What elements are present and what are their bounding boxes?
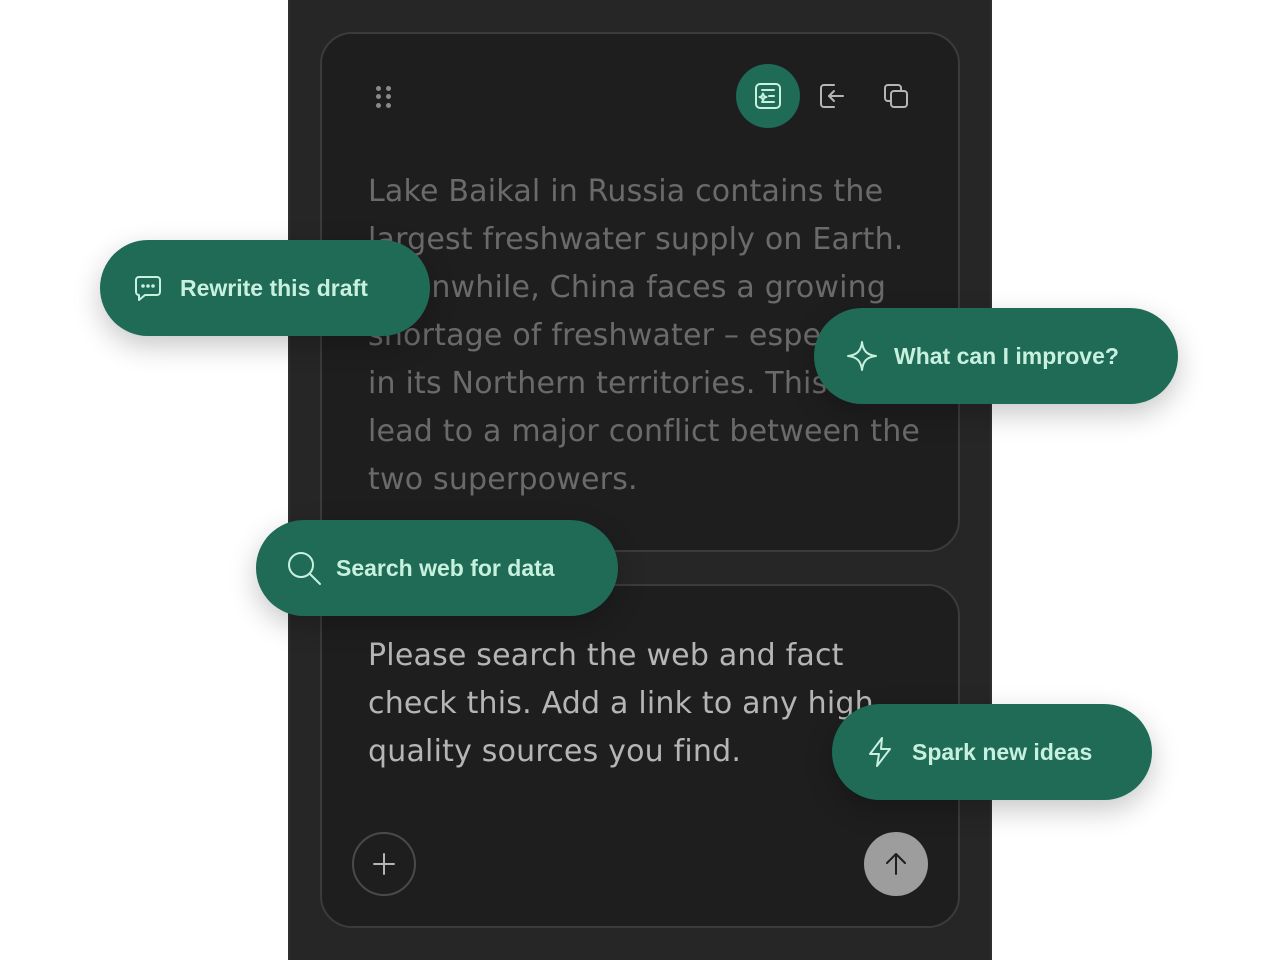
search-web-button[interactable]: Search web for data [256, 520, 618, 616]
what-can-i-improve-button[interactable]: What can I improve? [814, 308, 1178, 404]
add-button[interactable] [352, 832, 416, 896]
rewrite-draft-button[interactable]: Rewrite this draft [100, 240, 430, 336]
search-web-label: Search web for data [336, 554, 555, 581]
sparkle-icon [846, 340, 878, 372]
review-button[interactable] [736, 64, 800, 128]
prompt-input[interactable]: Please search the web and fact check thi… [368, 632, 908, 776]
lightning-icon [864, 736, 896, 768]
drag-handle-icon[interactable] [374, 84, 394, 110]
spark-ideas-label: Spark new ideas [912, 738, 1093, 765]
plus-icon [373, 853, 395, 875]
arrow-up-icon [886, 853, 906, 875]
chat-bubble-icon [132, 273, 164, 303]
stage: Lake Baikal in Russia contains the large… [0, 0, 1280, 960]
insert-button[interactable] [800, 64, 864, 128]
rewrite-draft-label: Rewrite this draft [180, 274, 368, 301]
spark-new-ideas-button[interactable]: Spark new ideas [832, 704, 1152, 800]
insert-icon [820, 84, 844, 108]
copy-button[interactable] [864, 64, 928, 128]
search-icon [284, 549, 324, 587]
improve-label: What can I improve? [894, 342, 1119, 369]
send-button[interactable] [864, 832, 928, 896]
copy-icon [884, 84, 908, 108]
review-sparkle-icon [755, 83, 781, 109]
